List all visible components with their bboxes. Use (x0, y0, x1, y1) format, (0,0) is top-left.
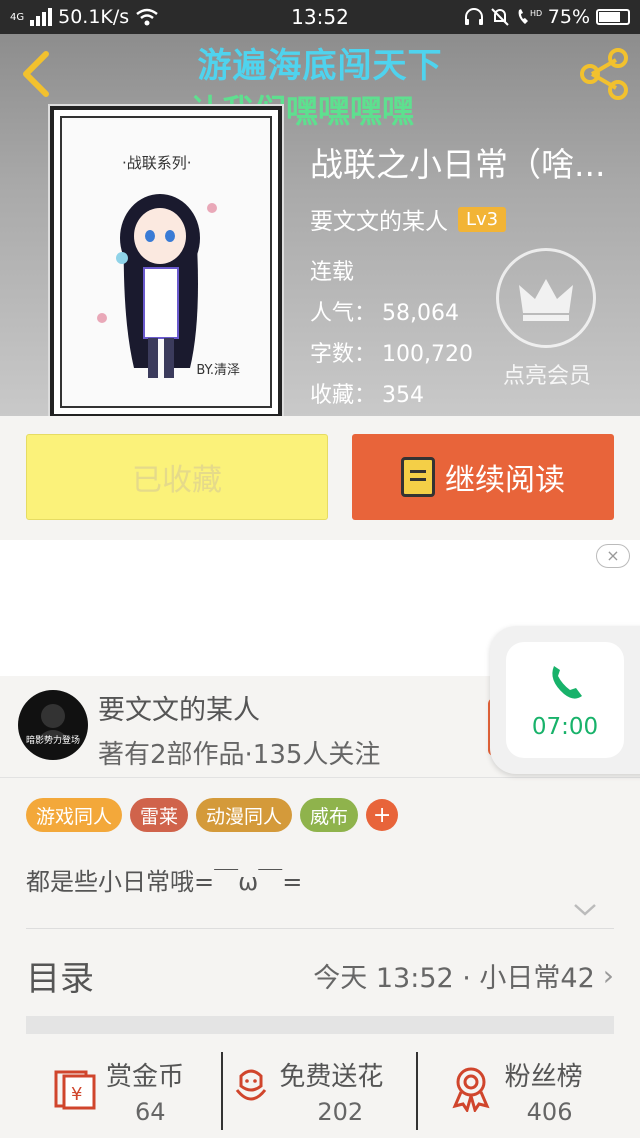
book-stats: 连载 人气： 58,064 字数： 100,720 收藏： 354 (310, 252, 473, 416)
tag[interactable]: 威布 (300, 798, 359, 832)
divider (26, 928, 614, 929)
avatar[interactable]: 暗影势力登场 (18, 690, 88, 760)
clock: 13:52 (291, 5, 349, 29)
action-bar: 已收藏 继续阅读 (0, 416, 640, 540)
words-value: 100,720 (382, 342, 473, 367)
author-name[interactable]: 要文文的某人 (310, 202, 448, 236)
network-icon: 4G (10, 11, 25, 23)
latest-chapter: 今天 13:52 · 小日常42 (313, 962, 595, 994)
banner-text-1: 游遍海底闯天下 (197, 46, 443, 86)
svg-text:HD: HD (530, 9, 542, 18)
phone-icon (552, 666, 582, 699)
cover-illustration: ·战联系列· BY.清泽 (60, 116, 272, 408)
book-title: 战联之小日常（啥... (310, 145, 606, 184)
bottom-action-bar: ¥ 赏金币 64 免费送花 202 粉丝榜 406 (0, 1040, 640, 1138)
toc-label: 目录 (26, 958, 94, 999)
cover-signature: BY.清泽 (196, 363, 240, 378)
reward-value: 64 (135, 1098, 166, 1126)
mute-bell-icon (491, 8, 509, 26)
tag-list: 游戏同人 雷莱 动漫同人 威布 + (26, 798, 399, 832)
tag[interactable]: 雷莱 (130, 798, 189, 832)
avatar-figure (36, 704, 70, 740)
tag[interactable]: 动漫同人 (196, 798, 293, 832)
favorites-value: 354 (382, 383, 424, 408)
cover-character-illustration (97, 194, 217, 378)
hd-call-icon: HD (518, 9, 542, 24)
vip-label[interactable]: 点亮会员 (482, 358, 612, 390)
reward-label: 赏金币 (106, 1062, 185, 1092)
tag-label: 威布 (310, 805, 349, 828)
call-duration: 07:00 (531, 714, 599, 740)
floating-call-widget[interactable]: 07:00 (490, 626, 640, 774)
vip-button[interactable] (496, 248, 596, 348)
add-tag-button[interactable]: + (366, 799, 399, 831)
level-badge: Lv3 (458, 206, 507, 232)
book-header: 游遍海底闯天下 让我们嘿嘿嘿嘿 ·战联系列· BY.清泽 战联之小日常（啥...… (0, 34, 640, 416)
ribbon-medal-icon (452, 1067, 490, 1112)
author-row: 要文文的某人 Lv3 (310, 202, 507, 236)
favorites-label: 收藏： (310, 383, 377, 408)
expand-description-button[interactable] (572, 900, 598, 920)
tag-label: 动漫同人 (206, 805, 283, 828)
tag-label: 雷莱 (140, 805, 179, 828)
flower-icon (236, 1069, 267, 1101)
status-bar: 4G 50.1K/s 13:52 HD 75% (0, 0, 640, 34)
reward-coins-button[interactable]: ¥ 赏金币 64 (0, 1040, 213, 1138)
words-label: 字数： (310, 342, 377, 367)
status-text: 连载 (310, 260, 355, 285)
battery-icon (596, 9, 630, 25)
collected-button[interactable]: 已收藏 (26, 434, 328, 520)
ad-close-button[interactable]: × (596, 544, 630, 568)
share-button[interactable] (578, 48, 630, 100)
flower-label: 免费送花 (279, 1062, 384, 1092)
table-of-contents-row[interactable]: 目录 今天 13:52 · 小日常42 › (26, 948, 614, 1002)
battery-percent: 75% (547, 6, 590, 28)
author-section-name: 要文文的某人 (98, 695, 260, 726)
avatar-caption: 暗影势力登场 (25, 736, 80, 746)
chevron-right-icon: › (602, 958, 614, 992)
continue-reading-label: 继续阅读 (445, 463, 565, 498)
continue-reading-button[interactable]: 继续阅读 (352, 434, 614, 520)
separator (416, 1052, 418, 1130)
fans-value: 406 (526, 1098, 573, 1126)
send-flower-button[interactable]: 免费送花 202 (213, 1040, 426, 1138)
fans-label: 粉丝榜 (504, 1062, 583, 1092)
book-icon (401, 457, 435, 497)
network-speed: 50.1K/s (58, 6, 130, 28)
tag[interactable]: 游戏同人 (26, 798, 123, 832)
book-cover[interactable]: ·战联系列· BY.清泽 (50, 106, 282, 416)
coin-envelope-icon: ¥ (54, 1070, 96, 1110)
author-section-info: 著有2部作品·135人关注 (98, 740, 381, 770)
popularity-label: 人气： (310, 301, 377, 326)
popularity-value: 58,064 (382, 301, 459, 326)
book-description: 都是些小日常哦=￣ω￣= (26, 868, 303, 896)
call-card[interactable]: 07:00 (506, 642, 624, 758)
chevron-down-icon (574, 904, 596, 916)
svg-text:¥: ¥ (71, 1084, 82, 1105)
crown-icon (519, 279, 573, 321)
headphones-icon (464, 8, 483, 25)
signal-icon (30, 8, 53, 26)
share-icon (580, 48, 628, 100)
tag-label: 游戏同人 (36, 805, 113, 828)
section-separator (26, 1016, 614, 1034)
flower-value: 202 (317, 1098, 364, 1126)
wifi-icon (136, 8, 158, 26)
fan-ranking-button[interactable]: 粉丝榜 406 (427, 1040, 640, 1138)
